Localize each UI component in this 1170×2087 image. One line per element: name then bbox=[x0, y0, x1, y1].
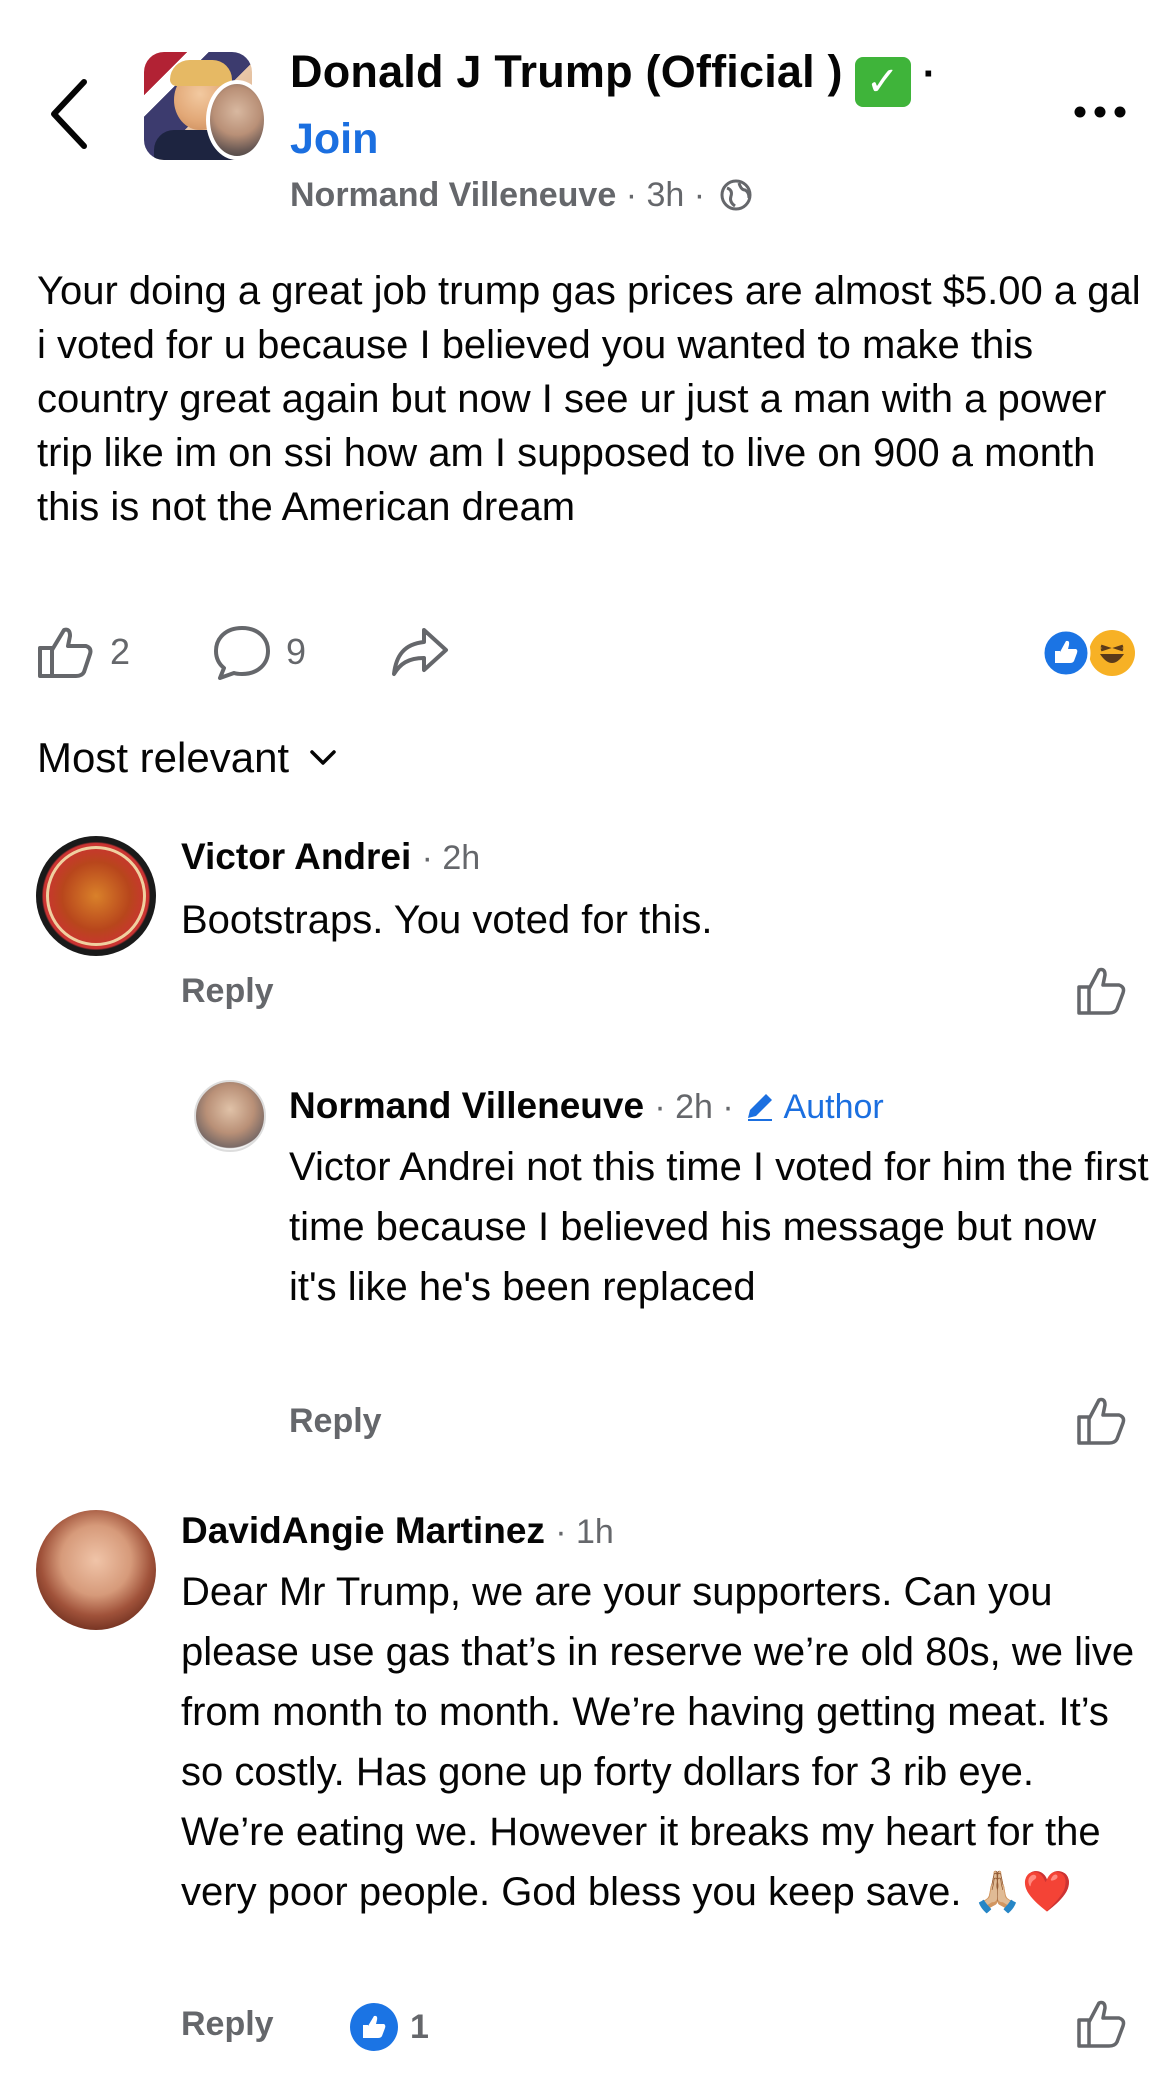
verified-check-icon: ✓ bbox=[854, 57, 911, 107]
reply-author-name[interactable]: Normand Villeneuve bbox=[289, 1085, 644, 1126]
author-avatar-mini[interactable] bbox=[206, 80, 268, 160]
comment-bubble-icon bbox=[214, 626, 270, 680]
globe-icon bbox=[720, 179, 752, 211]
comment-author: Victor Andrei · 2h bbox=[181, 836, 480, 878]
author-label: Author bbox=[783, 1088, 884, 1126]
group-title-text[interactable]: Donald J Trump (Official ) bbox=[290, 46, 843, 97]
comment-like-icon[interactable] bbox=[1075, 965, 1127, 1017]
reply-text: Victor Andrei not this time I voted for … bbox=[289, 1145, 1149, 1309]
more-options-icon[interactable] bbox=[1070, 92, 1130, 132]
chevron-down-icon bbox=[310, 750, 336, 765]
comment-text: Bootstraps. You voted for this. bbox=[181, 898, 713, 942]
comment-time: · 1h bbox=[555, 1513, 614, 1551]
haha-reaction-icon bbox=[1089, 630, 1135, 676]
comment-author-name[interactable]: Victor Andrei bbox=[181, 836, 411, 877]
post-byline: Normand Villeneuve · 3h · bbox=[290, 176, 753, 215]
reply-author-avatar[interactable] bbox=[194, 1080, 266, 1152]
sort-label: Most relevant bbox=[37, 734, 290, 781]
comment-author: DavidAngie Martinez · 1h bbox=[181, 1510, 614, 1552]
comment-reaction-count[interactable]: 1 bbox=[350, 2003, 429, 2051]
comment-button[interactable]: 9 bbox=[212, 624, 306, 680]
reaction-summary[interactable] bbox=[1040, 628, 1140, 678]
like-reaction-icon bbox=[1041, 628, 1091, 678]
like-button[interactable]: 2 bbox=[36, 624, 130, 680]
title-separator: · bbox=[922, 52, 937, 96]
thumbs-up-icon bbox=[38, 627, 93, 678]
commenter-avatar[interactable] bbox=[36, 1510, 156, 1630]
join-button[interactable]: Join bbox=[290, 115, 378, 164]
byline-separator: · bbox=[625, 176, 638, 214]
reply-button[interactable]: Reply bbox=[289, 1402, 382, 1441]
comment-author-name[interactable]: DavidAngie Martinez bbox=[181, 1510, 545, 1551]
byline-separator-2: · bbox=[693, 176, 706, 214]
comment-text: Dear Mr Trump, we are your supporters. C… bbox=[181, 1570, 1135, 1914]
group-title[interactable]: Donald J Trump (Official ) ✓ · bbox=[290, 46, 936, 107]
reply-button[interactable]: Reply bbox=[181, 972, 274, 1011]
reply-author: Normand Villeneuve · 2h · Author bbox=[289, 1085, 884, 1127]
comment-like-icon[interactable] bbox=[1075, 1998, 1127, 2050]
post-text: Your doing a great job trump gas prices … bbox=[37, 269, 1141, 529]
comment-count: 9 bbox=[286, 631, 307, 672]
like-count: 2 bbox=[110, 631, 131, 672]
author-badge: Author bbox=[744, 1088, 884, 1126]
pencil-icon bbox=[747, 1094, 772, 1121]
post-author-name[interactable]: Normand Villeneuve bbox=[290, 176, 616, 214]
commenter-avatar[interactable] bbox=[36, 836, 156, 956]
reply-time: · 2h · bbox=[654, 1088, 734, 1126]
post-time[interactable]: 3h bbox=[647, 176, 685, 214]
like-reaction-icon bbox=[350, 2003, 398, 2051]
reaction-count: 1 bbox=[410, 2007, 429, 2046]
share-arrow-icon[interactable] bbox=[390, 624, 450, 680]
back-arrow-icon[interactable] bbox=[44, 74, 104, 154]
reply-button[interactable]: Reply bbox=[181, 2005, 274, 2044]
comment-like-icon[interactable] bbox=[1075, 1395, 1127, 1447]
sort-dropdown[interactable]: Most relevant bbox=[37, 734, 337, 782]
comment-time: · 2h bbox=[421, 839, 481, 877]
